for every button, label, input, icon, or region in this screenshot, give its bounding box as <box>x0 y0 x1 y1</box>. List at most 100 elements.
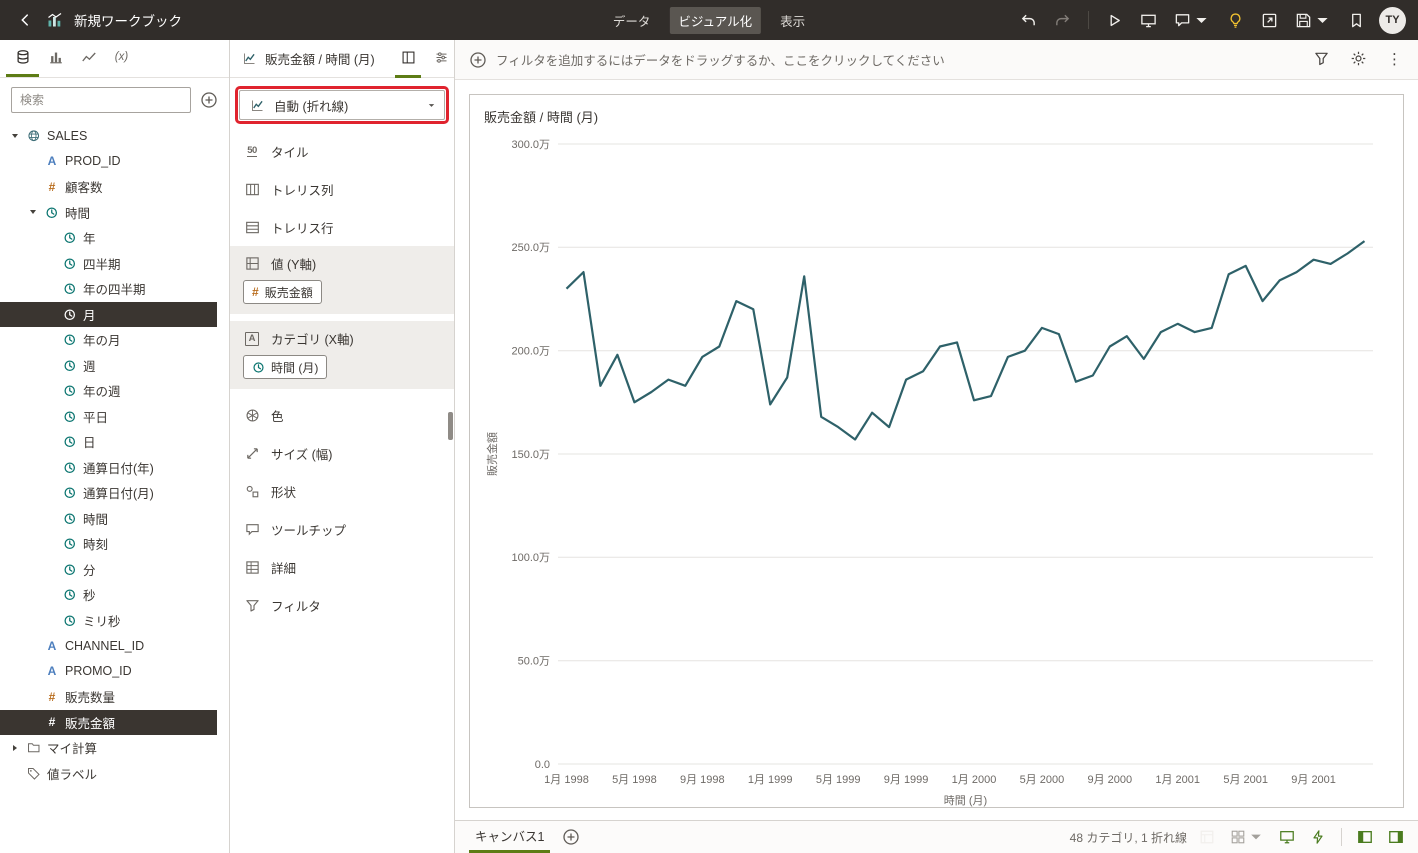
data-tab-bar-chart-icon[interactable] <box>39 40 72 77</box>
filter-bar-actions: ⋮ <box>1313 50 1402 70</box>
canvas-settings-icon[interactable] <box>1199 829 1215 845</box>
tree-item-julian-month[interactable]: 通算日付(月) <box>0 480 229 506</box>
clock-icon <box>60 563 80 577</box>
field-chip-values-y[interactable]: # 販売金額 <box>243 280 322 304</box>
data-tab-trend-icon[interactable] <box>72 40 105 77</box>
save-icon[interactable] <box>1295 12 1331 29</box>
x-axis-icon: A <box>243 331 261 346</box>
slot-size[interactable]: サイズ (幅) <box>230 434 454 472</box>
tree-item-year-month[interactable]: 年の月 <box>0 327 229 353</box>
play-icon[interactable] <box>1106 12 1123 29</box>
collapse-arrow-icon[interactable] <box>24 208 42 216</box>
tree-item-customers[interactable]: # 顧客数 <box>0 174 229 200</box>
tree-item-month[interactable]: 月 <box>0 301 217 327</box>
undo-icon[interactable] <box>1020 12 1037 29</box>
tree-item-time-of-day[interactable]: 時刻 <box>0 531 229 557</box>
tree-item-julian-year[interactable]: 通算日付(年) <box>0 455 229 481</box>
tree-item-channel-id[interactable]: A CHANNEL_ID <box>0 633 229 659</box>
slot-detail[interactable]: 詳細 <box>230 548 454 586</box>
line-chart-svg[interactable]: 0.0 50.0万 100.0万 150.0万 200.0万 250.0万 300.0万 1月… <box>482 132 1391 822</box>
nav-data[interactable]: データ <box>604 7 660 34</box>
nav-present[interactable]: 表示 <box>771 7 814 34</box>
tree-item-minute[interactable]: 分 <box>0 557 229 583</box>
svg-text:時間 (月): 時間 (月) <box>944 794 987 807</box>
tree-item-sales[interactable]: SALES <box>0 123 229 149</box>
properties-pane-toggle-icon[interactable] <box>428 40 454 78</box>
tree-item-sales-qty[interactable]: # 販売数量 <box>0 684 229 710</box>
canvas-tab-label: キャンバス1 <box>475 830 545 844</box>
search-input[interactable] <box>11 87 191 113</box>
more-menu-icon[interactable]: ⋮ <box>1387 52 1402 67</box>
add-canvas-button[interactable] <box>562 828 580 846</box>
clock-icon <box>60 461 80 475</box>
bolt-icon[interactable] <box>1310 829 1326 845</box>
back-button[interactable] <box>12 7 38 33</box>
tooltip-icon <box>243 522 261 537</box>
clock-icon <box>252 361 265 374</box>
tree-item-my-calc[interactable]: マイ計算 <box>0 735 229 761</box>
tree-item-sales-amount[interactable]: # 販売金額 <box>0 709 217 735</box>
present-icon[interactable] <box>1140 12 1157 29</box>
canvas-properties-gear-icon[interactable] <box>1350 50 1367 70</box>
tree-item-quarter[interactable]: 四半期 <box>0 251 229 277</box>
field-chip-category-x[interactable]: 時間 (月) <box>243 355 328 379</box>
scrollbar-thumb[interactable] <box>448 412 453 440</box>
viz-type-select[interactable]: 自動 (折れ線) <box>239 90 445 120</box>
redo-icon[interactable] <box>1054 12 1071 29</box>
dropzone-category-x[interactable]: A カテゴリ (X軸) 時間 (月) <box>230 321 454 389</box>
bookmark-icon[interactable] <box>1348 12 1365 29</box>
add-data-button[interactable] <box>200 91 218 109</box>
grid-layout-icon[interactable] <box>1230 829 1264 845</box>
expand-arrow-icon[interactable] <box>6 744 24 752</box>
tree-item-year-week[interactable]: 年の週 <box>0 378 229 404</box>
slot-color[interactable]: 色 <box>230 396 454 434</box>
svg-text:50.0万: 50.0万 <box>518 656 550 668</box>
slot-tile[interactable]: 50 タイル <box>230 132 454 170</box>
slot-trellis-cols[interactable]: トレリス列 <box>230 170 454 208</box>
slot-shape[interactable]: 形状 <box>230 472 454 510</box>
top-toolbar: 新規ワークブック データ ビジュアル化 表示 TY <box>0 0 1418 40</box>
panel-left-icon[interactable] <box>1357 829 1373 845</box>
dropzone-values-y[interactable]: 値 (Y軸) # 販売金額 <box>230 246 454 314</box>
user-avatar[interactable]: TY <box>1379 6 1406 34</box>
attribute-icon: A <box>47 154 57 169</box>
nav-visualize[interactable]: ビジュアル化 <box>669 6 762 34</box>
tree-item-hour[interactable]: 時間 <box>0 506 229 532</box>
display-icon[interactable] <box>1279 829 1295 845</box>
tree-item-day[interactable]: 日 <box>0 429 229 455</box>
clock-icon <box>60 537 80 551</box>
add-filter-icon[interactable] <box>469 51 487 69</box>
data-tab-database-icon[interactable] <box>6 40 39 77</box>
svg-text:9月 2000: 9月 2000 <box>1087 774 1132 786</box>
panel-right-icon[interactable] <box>1388 829 1404 845</box>
data-tab-fx-icon[interactable]: (x) <box>105 40 138 77</box>
tree-item-promo-id[interactable]: A PROMO_ID <box>0 659 229 685</box>
line-chart-type-icon <box>248 98 266 113</box>
line-chart[interactable]: 0.0 50.0万 100.0万 150.0万 200.0万 250.0万 300.0万 1月… <box>482 132 1391 807</box>
tree-item-year[interactable]: 年 <box>0 225 229 251</box>
svg-text:1月 2001: 1月 2001 <box>1155 774 1200 786</box>
svg-text:0.0: 0.0 <box>535 759 550 771</box>
tree-item-value-labels[interactable]: 値ラベル <box>0 761 229 787</box>
canvas-tab[interactable]: キャンバス1 <box>469 821 551 853</box>
attribute-icon: A <box>47 664 57 679</box>
viz-card[interactable]: 販売金額 / 時間 (月) 0.0 50.0万 100.0万 150.0万 200.0万… <box>469 94 1404 808</box>
tree-item-time[interactable]: 時間 <box>0 200 229 226</box>
tree-item-millisecond[interactable]: ミリ秒 <box>0 608 229 634</box>
slot-trellis-rows[interactable]: トレリス行 <box>230 208 454 246</box>
comment-icon[interactable] <box>1174 12 1210 29</box>
filter-options-icon[interactable] <box>1313 50 1330 70</box>
annotation-highlight: 自動 (折れ線) <box>235 86 449 124</box>
tree-item-weekday[interactable]: 平日 <box>0 404 229 430</box>
slot-tooltip[interactable]: ツールチップ <box>230 510 454 548</box>
tree-item-second[interactable]: 秒 <box>0 582 229 608</box>
tree-item-prod-id[interactable]: A PROD_ID <box>0 149 229 175</box>
tree-item-year-quarter[interactable]: 年の四半期 <box>0 276 229 302</box>
tree-item-week[interactable]: 週 <box>0 353 229 379</box>
open-window-icon[interactable] <box>1261 12 1278 29</box>
filter-bar[interactable]: フィルタを追加するにはデータをドラッグするか、ここをクリックしてください ⋮ <box>455 40 1418 80</box>
lightbulb-icon[interactable] <box>1227 12 1244 29</box>
slot-filter[interactable]: フィルタ <box>230 586 454 624</box>
grammar-pane-toggle-icon[interactable] <box>395 40 421 78</box>
collapse-arrow-icon[interactable] <box>6 132 24 140</box>
